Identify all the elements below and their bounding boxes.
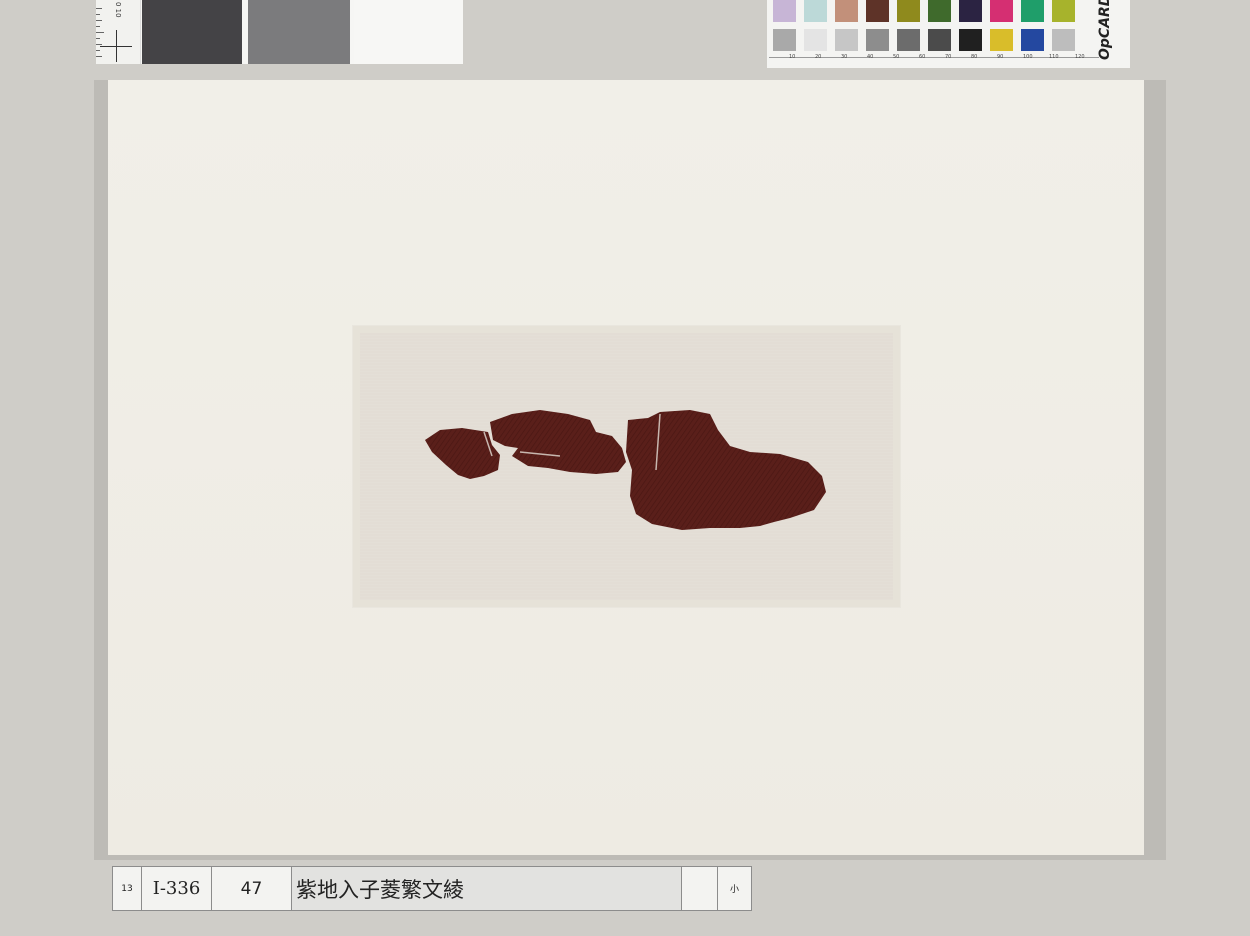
gray-swatch-dark (142, 0, 242, 64)
color-chip-bottom-7 (959, 29, 982, 51)
scale-number: 90 (997, 54, 1004, 60)
ruler: 0 10 (96, 0, 141, 64)
scale-number: 20 (815, 54, 822, 60)
color-chip-bottom-2 (804, 29, 827, 51)
color-chip-top-9 (1021, 0, 1044, 22)
label-inventory-id: I-336 (142, 867, 212, 910)
color-chip-top-3 (835, 0, 858, 22)
color-chip-top-8 (990, 0, 1013, 22)
label-strip: 13 I-336 47 紫地入子菱繁文綾 小 (112, 866, 752, 911)
color-chip-top-5 (897, 0, 920, 22)
scale-number: 100 (1023, 54, 1033, 60)
color-chip-bottom-1 (773, 29, 796, 51)
scale-number: 60 (919, 54, 926, 60)
label-size: 小 (729, 885, 739, 895)
color-chip-top-10 (1052, 0, 1075, 22)
scale-number: 80 (971, 54, 978, 60)
color-chip-top-4 (866, 0, 889, 22)
scale-number: 50 (893, 54, 900, 60)
color-chip-bottom-5 (897, 29, 920, 51)
label-number: 13 (113, 867, 142, 910)
color-chip-bottom-10 (1052, 29, 1075, 51)
color-chip-top-1 (773, 0, 796, 22)
mount-cloth (360, 333, 893, 600)
gray-swatch-mid (248, 0, 350, 64)
label-title: 紫地入子菱繁文綾 (292, 867, 682, 910)
ruler-number: 0 10 (114, 2, 122, 18)
color-checker-card: 10 20 30 40 50 60 70 80 90 100 110 120 OpCARD (767, 0, 1130, 68)
scale-number: 40 (867, 54, 874, 60)
scale-number: 70 (945, 54, 952, 60)
gray-swatch-light (354, 0, 463, 64)
color-chip-bottom-4 (866, 29, 889, 51)
label-blank (682, 867, 718, 910)
color-chip-top-2 (804, 0, 827, 22)
color-card-scale: 10 20 30 40 50 60 70 80 90 100 110 120 (769, 54, 1099, 68)
color-chip-bottom-8 (990, 29, 1013, 51)
color-chip-top-7 (959, 0, 982, 22)
scale-number: 30 (841, 54, 848, 60)
label-item-no: 47 (212, 867, 292, 910)
color-chip-bottom-3 (835, 29, 858, 51)
color-chip-bottom-6 (928, 29, 951, 51)
color-chip-top-6 (928, 0, 951, 22)
scale-number: 110 (1049, 54, 1059, 60)
color-chip-bottom-9 (1021, 29, 1044, 51)
gray-scale-card: 0 10 (96, 0, 463, 64)
scale-number: 10 (789, 54, 796, 60)
color-card-brand: OpCARD (1097, 0, 1113, 60)
scale-number: 120 (1075, 54, 1085, 60)
